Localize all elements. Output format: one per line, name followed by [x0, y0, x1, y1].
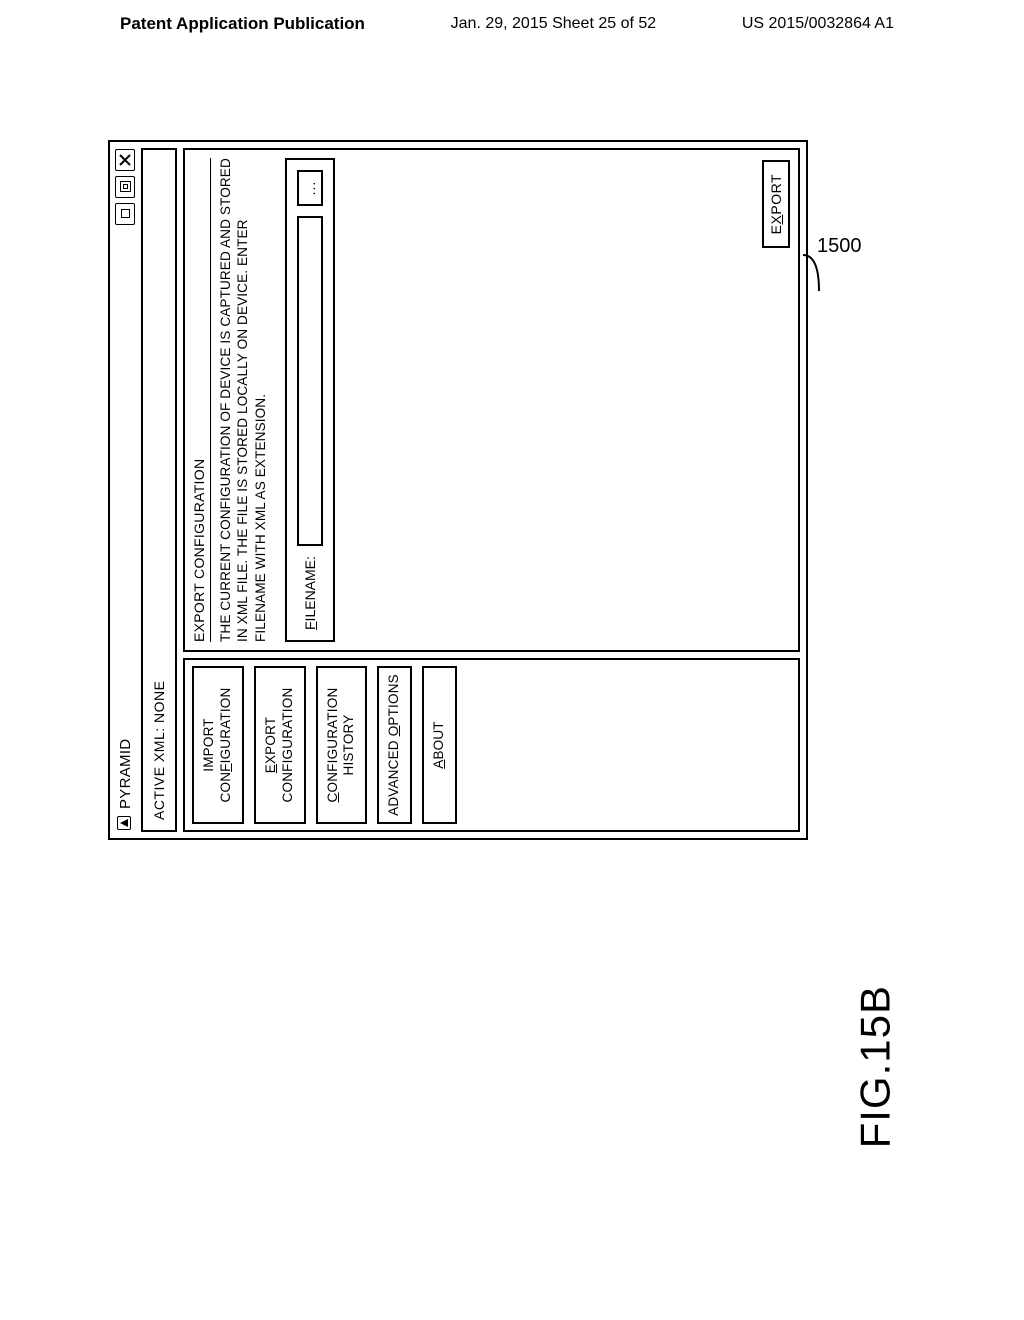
browse-button[interactable]: ...	[297, 170, 323, 206]
nav-about[interactable]: ABOUT	[422, 666, 457, 824]
page-header: Patent Application Publication Jan. 29, …	[0, 0, 1024, 46]
sidebar: IMPORT CONFIGURATION EXPORT CONFIGURATIO…	[183, 658, 800, 832]
status-bar: ACTIVE XML: NONE	[141, 148, 177, 832]
maximize-button[interactable]	[115, 176, 135, 198]
reference-number: 1500	[817, 235, 862, 258]
header-right: US 2015/0032864 A1	[742, 15, 894, 33]
filename-input[interactable]	[297, 216, 323, 546]
app-icon	[117, 816, 131, 830]
nav-configuration-history[interactable]: CONFIGURATION HISTORY	[316, 666, 368, 824]
nav-export-configuration[interactable]: EXPORT CONFIGURATION	[254, 666, 306, 824]
app-window: PYRAMID ACTIVE XML: NONE IMPORT CONFIGUR…	[108, 140, 808, 840]
minimize-button[interactable]	[115, 203, 135, 225]
close-button[interactable]	[115, 149, 135, 171]
export-button[interactable]: EXPORT	[762, 160, 790, 248]
section-description: THE CURRENT CONFIGURATION OF DEVICE IS C…	[217, 158, 269, 642]
close-icon	[119, 154, 131, 166]
content-panel: EXPORT CONFIGURATION THE CURRENT CONFIGU…	[183, 148, 800, 652]
active-xml-status: ACTIVE XML: NONE	[151, 681, 167, 820]
nav-import-configuration[interactable]: IMPORT CONFIGURATION	[192, 666, 244, 824]
window-controls	[115, 149, 135, 225]
section-title: EXPORT CONFIGURATION	[191, 158, 211, 642]
header-center: Jan. 29, 2015 Sheet 25 of 52	[451, 15, 657, 33]
figure-label: FIG.15B	[851, 985, 899, 1148]
nav-advanced-options[interactable]: ADVANCED OPTIONS	[377, 666, 412, 824]
reference-leader	[801, 253, 831, 293]
app-title: PYRAMID	[117, 739, 134, 809]
figure-stage: PYRAMID ACTIVE XML: NONE IMPORT CONFIGUR…	[108, 140, 808, 840]
filename-label: FILENAME:	[302, 556, 318, 630]
filename-row: FILENAME: ...	[285, 158, 335, 642]
title-bar: PYRAMID	[113, 145, 139, 835]
header-left: Patent Application Publication	[120, 14, 365, 34]
body-row: IMPORT CONFIGURATION EXPORT CONFIGURATIO…	[183, 145, 803, 835]
title-left: PYRAMID	[117, 739, 134, 831]
